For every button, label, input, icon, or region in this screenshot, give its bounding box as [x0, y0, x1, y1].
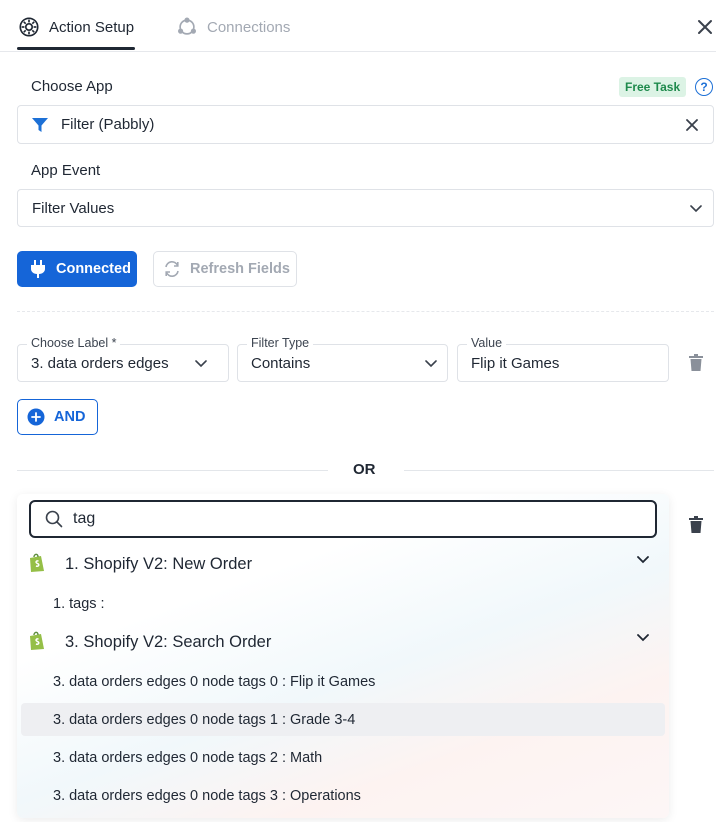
active-tab-indicator [17, 47, 135, 50]
search-icon [45, 510, 63, 528]
dropdown-search-input[interactable]: tag [29, 500, 657, 538]
close-icon[interactable] [694, 16, 716, 38]
filter-type-value: Contains [251, 355, 311, 372]
dropdown-item[interactable]: 3. data orders edges 0 node tags 2 : Mat… [21, 741, 665, 774]
choose-app-label: Choose App [31, 78, 113, 95]
shopify-icon [30, 553, 44, 572]
trash-icon[interactable] [689, 516, 703, 533]
dropdown-group-new-order[interactable]: 1. Shopify V2: New Order [17, 547, 669, 581]
choose-app-field[interactable]: Filter (Pabbly) [17, 105, 714, 144]
choose-label-title: Choose Label * [27, 336, 121, 350]
dropdown-search-value: tag [73, 510, 96, 527]
trash-icon[interactable] [689, 354, 703, 371]
refresh-fields-label: Refresh Fields [190, 261, 290, 277]
dropdown-item[interactable]: 3. data orders edges 0 node tags 3 : Ope… [21, 779, 665, 812]
or-divider-left [17, 470, 328, 471]
chevron-down-icon [637, 634, 649, 642]
connected-button[interactable]: Connected [17, 251, 137, 287]
app-event-value: Filter Values [32, 199, 115, 217]
or-label: OR [353, 461, 376, 478]
section-divider [17, 311, 714, 312]
choose-label-value: 3. data orders edges [31, 355, 169, 372]
chevron-down-icon [637, 556, 649, 564]
filter-type-title: Filter Type [247, 336, 314, 350]
dropdown-item[interactable]: 1. tags : [21, 587, 665, 620]
chevron-down-icon [690, 205, 702, 213]
tab-action-setup[interactable]: Action Setup [18, 14, 134, 40]
choose-app-value: Filter (Pabbly) [61, 116, 155, 133]
value-input-text: Flip it Games [471, 355, 560, 372]
dropdown-group-search-order[interactable]: 3. Shopify V2: Search Order [17, 625, 669, 659]
or-divider-right [404, 470, 714, 471]
tab-connections-label: Connections [207, 18, 291, 36]
and-button[interactable]: AND [17, 399, 98, 435]
and-label: AND [54, 409, 86, 425]
tab-bar: Action Setup Connections [0, 0, 716, 52]
value-title: Value [467, 336, 507, 350]
label-dropdown-panel: tag 1. Shopify V2: New Order 1. tags : 3… [17, 494, 669, 818]
plus-circle-icon [27, 408, 45, 426]
plug-icon [31, 260, 45, 278]
refresh-fields-button[interactable]: Refresh Fields [153, 251, 297, 287]
help-icon[interactable]: ? [695, 78, 713, 96]
refresh-icon [165, 261, 179, 277]
tab-action-setup-label: Action Setup [49, 18, 135, 36]
dropdown-group-label: 3. Shopify V2: Search Order [65, 632, 272, 651]
tab-connections[interactable]: Connections [176, 14, 290, 40]
connections-icon [178, 17, 196, 35]
connected-label: Connected [56, 261, 131, 277]
clear-icon[interactable] [686, 119, 698, 131]
dropdown-item-highlighted[interactable]: 3. data orders edges 0 node tags 1 : Gra… [21, 703, 665, 736]
chevron-down-icon [195, 360, 207, 368]
shopify-icon [30, 631, 44, 650]
filter-icon [32, 117, 48, 132]
app-event-label: App Event [31, 162, 101, 179]
gear-icon [19, 17, 39, 37]
dropdown-group-label: 1. Shopify V2: New Order [65, 554, 253, 573]
app-event-select[interactable]: Filter Values [17, 189, 714, 227]
free-task-badge: Free Task [619, 77, 687, 97]
dropdown-item[interactable]: 3. data orders edges 0 node tags 0 : Fli… [21, 665, 665, 698]
chevron-down-icon [425, 360, 437, 368]
